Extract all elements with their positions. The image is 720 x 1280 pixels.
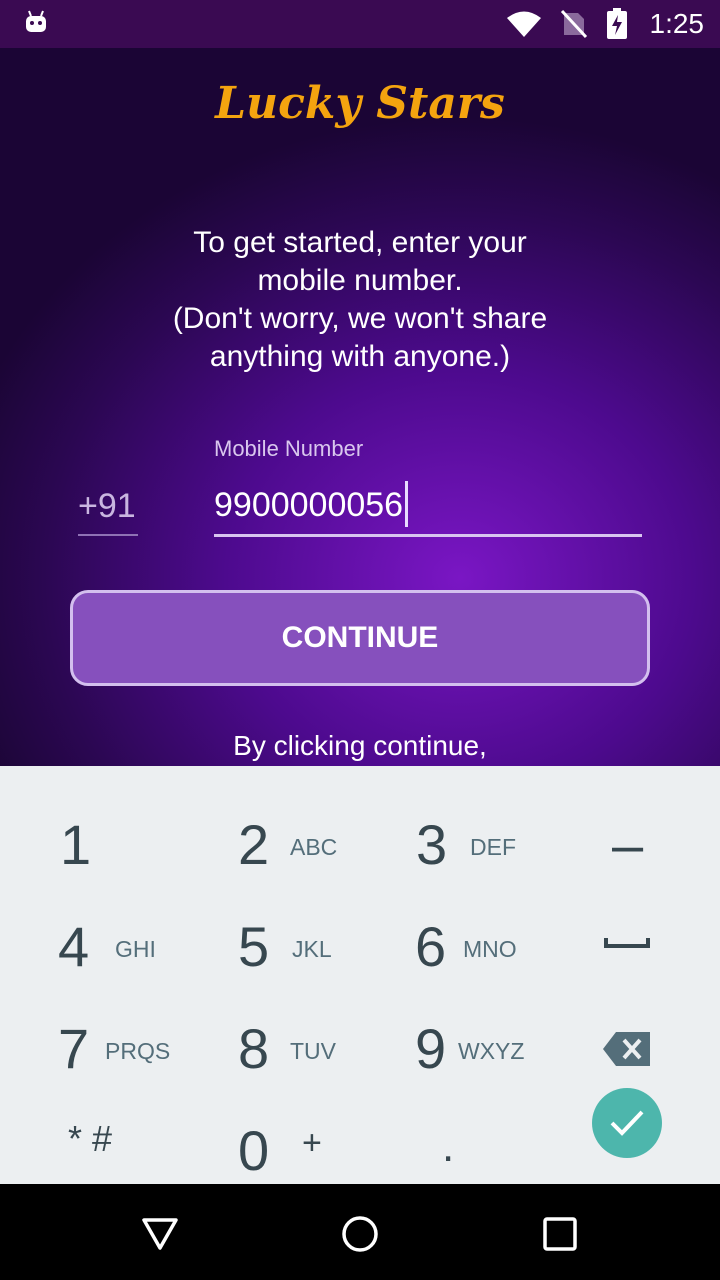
key-7[interactable]: 7 PRQS xyxy=(0,986,180,1086)
status-time: 1:25 xyxy=(649,8,705,39)
mobile-number-label: Mobile Number xyxy=(214,436,364,461)
recents-icon[interactable] xyxy=(540,1214,580,1254)
key-digit: – xyxy=(612,813,644,876)
backspace-icon xyxy=(603,1032,650,1066)
country-code-field[interactable]: +91 xyxy=(78,482,138,536)
key-digit: 1 xyxy=(60,813,92,876)
key-digit: 9 xyxy=(415,1017,447,1080)
key-6[interactable]: 6 MNO xyxy=(360,884,540,984)
key-period[interactable]: . xyxy=(360,1088,540,1188)
key-letters: GHI xyxy=(115,936,156,962)
terms-text: By clicking continue, xyxy=(233,730,487,761)
key-digit: 3 xyxy=(416,813,448,876)
intro-line: mobile number. xyxy=(257,264,463,297)
key-digit: 2 xyxy=(238,813,270,876)
key-digit: * # xyxy=(68,1118,113,1159)
app-screen: Lucky Stars To get started, enter your m… xyxy=(0,48,720,766)
checkmark-icon xyxy=(610,1110,644,1136)
key-digit: 6 xyxy=(415,915,447,978)
key-5[interactable]: 5 JKL xyxy=(180,884,360,984)
key-star-hash[interactable]: * # xyxy=(0,1088,180,1188)
key-4[interactable]: 4 GHI xyxy=(0,884,180,984)
key-digit: 0 xyxy=(238,1119,270,1182)
key-9[interactable]: 9 WXYZ xyxy=(360,986,540,1086)
key-letters: PRQS xyxy=(105,1038,171,1064)
navigation-bar xyxy=(0,1184,720,1280)
key-letters: MNO xyxy=(463,936,517,962)
text-cursor xyxy=(405,481,409,528)
key-letters: JKL xyxy=(292,936,332,962)
no-sim-icon xyxy=(560,9,587,39)
done-button[interactable] xyxy=(592,1088,662,1158)
key-letters: TUV xyxy=(290,1038,336,1064)
key-dash[interactable]: – xyxy=(540,782,720,882)
mobile-number-input[interactable]: 9900000056 xyxy=(214,478,642,537)
continue-button[interactable]: CONTINUE xyxy=(70,590,650,686)
intro-text: To get started, enter your mobile number… xyxy=(100,224,620,376)
battery-charging-icon xyxy=(606,8,627,39)
key-digit: 5 xyxy=(238,915,270,978)
app-logo: Lucky Stars xyxy=(215,78,505,129)
key-digit: 7 xyxy=(58,1017,90,1080)
space-icon xyxy=(604,938,650,948)
intro-line: (Don't worry, we won't share xyxy=(172,302,548,335)
key-0[interactable]: 0 + xyxy=(180,1088,360,1188)
intro-line: anything with anyone.) xyxy=(209,340,511,373)
key-digit: 8 xyxy=(238,1017,270,1080)
key-digit: . xyxy=(442,1122,455,1171)
key-letters: ABC xyxy=(290,834,338,860)
key-space[interactable] xyxy=(540,884,720,984)
wifi-icon xyxy=(506,11,541,37)
back-icon[interactable] xyxy=(140,1214,180,1254)
key-3[interactable]: 3 DEF xyxy=(360,782,540,882)
key-2[interactable]: 2 ABC xyxy=(180,782,360,882)
key-8[interactable]: 8 TUV xyxy=(180,986,360,1086)
key-digit: 4 xyxy=(58,915,90,978)
key-backspace[interactable] xyxy=(540,986,720,1086)
status-bar: 1:25 xyxy=(0,0,720,48)
key-1[interactable]: 1 xyxy=(0,782,180,882)
home-icon[interactable] xyxy=(340,1214,380,1254)
key-letters: DEF xyxy=(470,834,516,860)
mobile-number-value: 9900000056 xyxy=(214,486,404,524)
intro-line: To get started, enter your xyxy=(193,226,527,259)
key-letters: + xyxy=(302,1124,322,1162)
android-debug-icon xyxy=(26,10,46,32)
key-letters: WXYZ xyxy=(458,1038,525,1064)
